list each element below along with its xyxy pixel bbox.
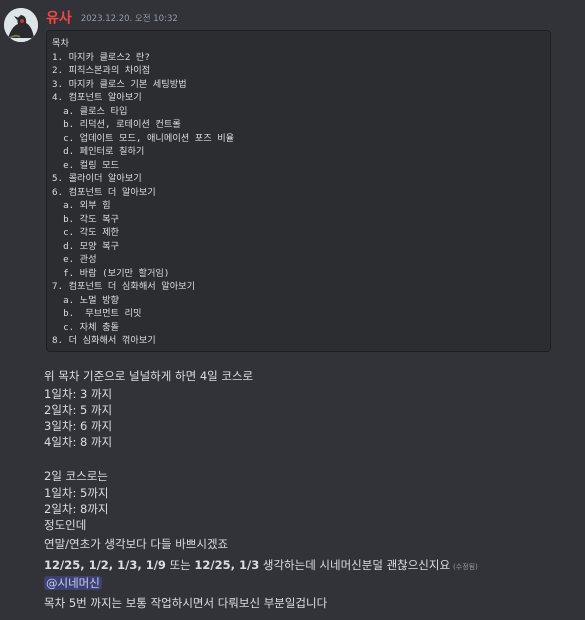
code-line: 3. 마지카 클로스 기본 세팅방법 bbox=[52, 78, 187, 90]
message-line: 2일차: 5 까지 bbox=[44, 403, 113, 417]
timestamp: 2023.12.20. 오전 10:32 bbox=[80, 13, 178, 24]
message-line: 1일차: 5까지 bbox=[44, 486, 109, 500]
dates-option-2: 12/25, 1/3 bbox=[194, 558, 260, 572]
code-line: a. 노멀 방향 bbox=[52, 294, 119, 306]
code-line: 2. 피직스본과의 차이점 bbox=[52, 65, 151, 76]
message-line: 목차 5번 까지는 보통 작업하시면서 다뤄보신 부분일겁니다 bbox=[44, 596, 328, 610]
code-line: 8. 더 심화해서 꺾아보기 bbox=[52, 335, 156, 346]
code-line: 5. 콜라이더 알아보기 bbox=[52, 173, 142, 184]
code-line: b. 리덕션, 로테이션 컨트롤 bbox=[52, 119, 181, 130]
message-line: 3일차: 6 까지 bbox=[44, 419, 113, 433]
code-line: f. 바람 (보기만 할거임) bbox=[52, 267, 170, 279]
avatar-image bbox=[4, 8, 38, 42]
code-line: e. 관성 bbox=[52, 254, 97, 265]
code-line: b. 무브먼트 리밋 bbox=[52, 308, 142, 319]
code-line: 1. 마지카 클로스2 란? bbox=[52, 51, 150, 63]
mention-line: @시네머신 bbox=[44, 575, 102, 591]
code-line: c. 각도 제한 bbox=[52, 227, 119, 238]
code-line: 6. 컴포넌트 더 알아보기 bbox=[52, 186, 156, 198]
code-line: a. 외부 힘 bbox=[52, 200, 111, 211]
code-line: c. 업데이트 모드, 애니메이션 포즈 비율 bbox=[52, 132, 235, 144]
code-line: d. 페인터로 칠하기 bbox=[52, 146, 145, 157]
message-line: 4일차: 8 까지 bbox=[44, 435, 113, 449]
author-name[interactable]: 유사 bbox=[46, 11, 72, 27]
code-line: 4. 컴포넌트 알아보기 bbox=[52, 92, 142, 103]
edited-label: (수정됨) bbox=[453, 563, 478, 571]
code-line: a. 클로스 타입 bbox=[52, 105, 128, 117]
code-line: 7. 컴포넌트 더 심화해서 알아보기 bbox=[52, 281, 196, 292]
message-line: 1일차: 3 까지 bbox=[44, 387, 113, 401]
dates-option-1: 12/25, 1/2, 1/3, 1/9 bbox=[44, 558, 166, 572]
message-line: 2일 코스로는 bbox=[44, 469, 108, 483]
message-line: 위 목차 기준으로 널널하게 하면 4일 코스로 bbox=[44, 369, 254, 383]
code-line: b. 각도 복구 bbox=[52, 213, 119, 225]
message-line: 정도인데 bbox=[44, 518, 87, 532]
role-mention[interactable]: @시네머신 bbox=[44, 576, 102, 590]
message-line: 2일차: 8까지 bbox=[44, 502, 109, 516]
code-line: d. 모양 복구 bbox=[52, 240, 119, 252]
code-line: c. 자체 충돌 bbox=[52, 321, 119, 333]
message-line-dates: 12/25, 1/2, 1/3, 1/9 또는 12/25, 1/3 생각하는데… bbox=[44, 557, 478, 575]
avatar[interactable] bbox=[4, 8, 38, 42]
message-header: 유사 2023.12.20. 오전 10:32 bbox=[46, 7, 178, 27]
code-block: 목차 1. 마지카 클로스2 란? 2. 피직스본과의 차이점 3. 마지카 클로스 … bbox=[46, 30, 551, 352]
dates-question: 생각하는데 시네머신분덜 괜찮으신지요 bbox=[259, 558, 451, 572]
chat-message: 유사 2023.12.20. 오전 10:32 목차 1. 마지카 클로스2 란?… bbox=[0, 0, 585, 620]
message-line: 연말/연초가 생각보다 다들 바쁘시겠죠 bbox=[44, 537, 229, 551]
dates-connector: 또는 bbox=[165, 558, 195, 572]
code-line: e. 컬링 모드 bbox=[52, 159, 119, 171]
code-line: 목차 bbox=[52, 38, 69, 49]
